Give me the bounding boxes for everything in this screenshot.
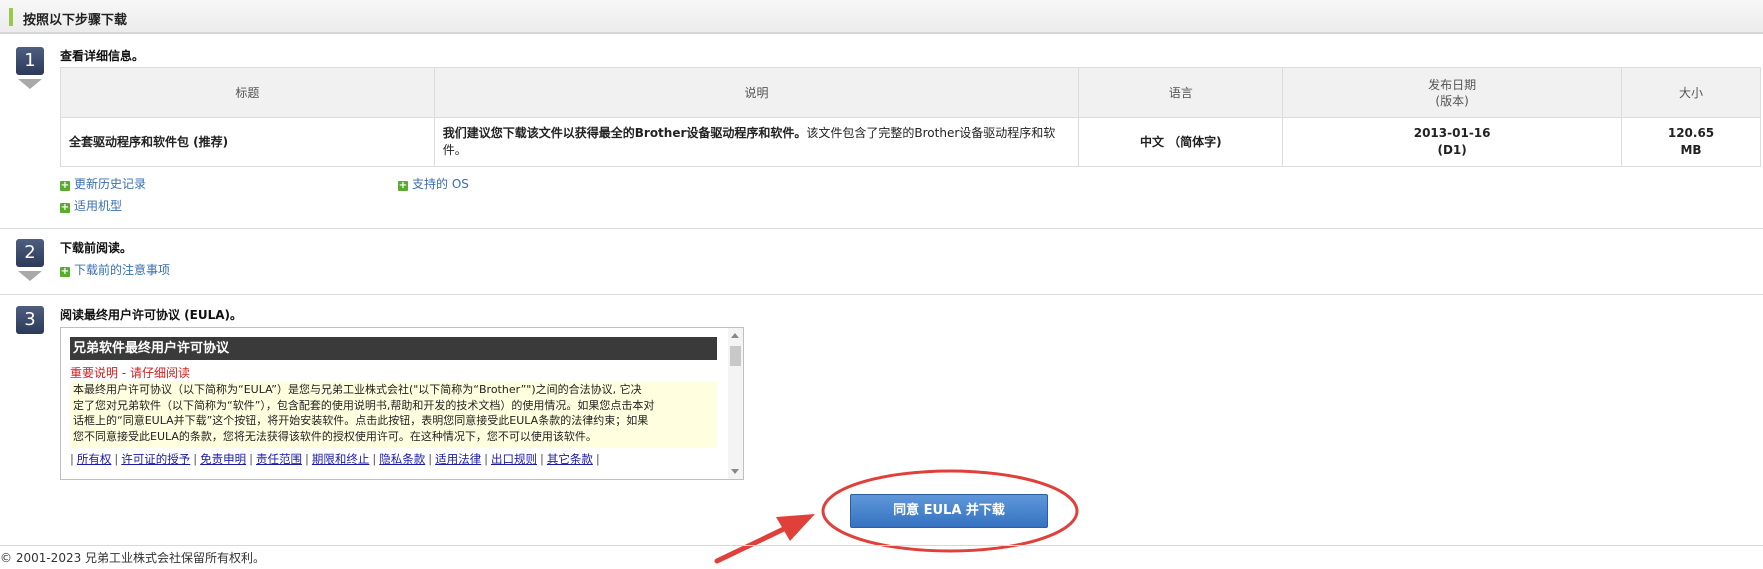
annotation-overlay [714, 469, 1079, 564]
pointer-arrow-icon [714, 524, 791, 564]
highlight-ellipse [821, 469, 1079, 553]
footer-divider [0, 545, 1763, 546]
copyright-footer: © 2001-2023 兄弟工业株式会社保留所有权利。 [0, 551, 266, 565]
